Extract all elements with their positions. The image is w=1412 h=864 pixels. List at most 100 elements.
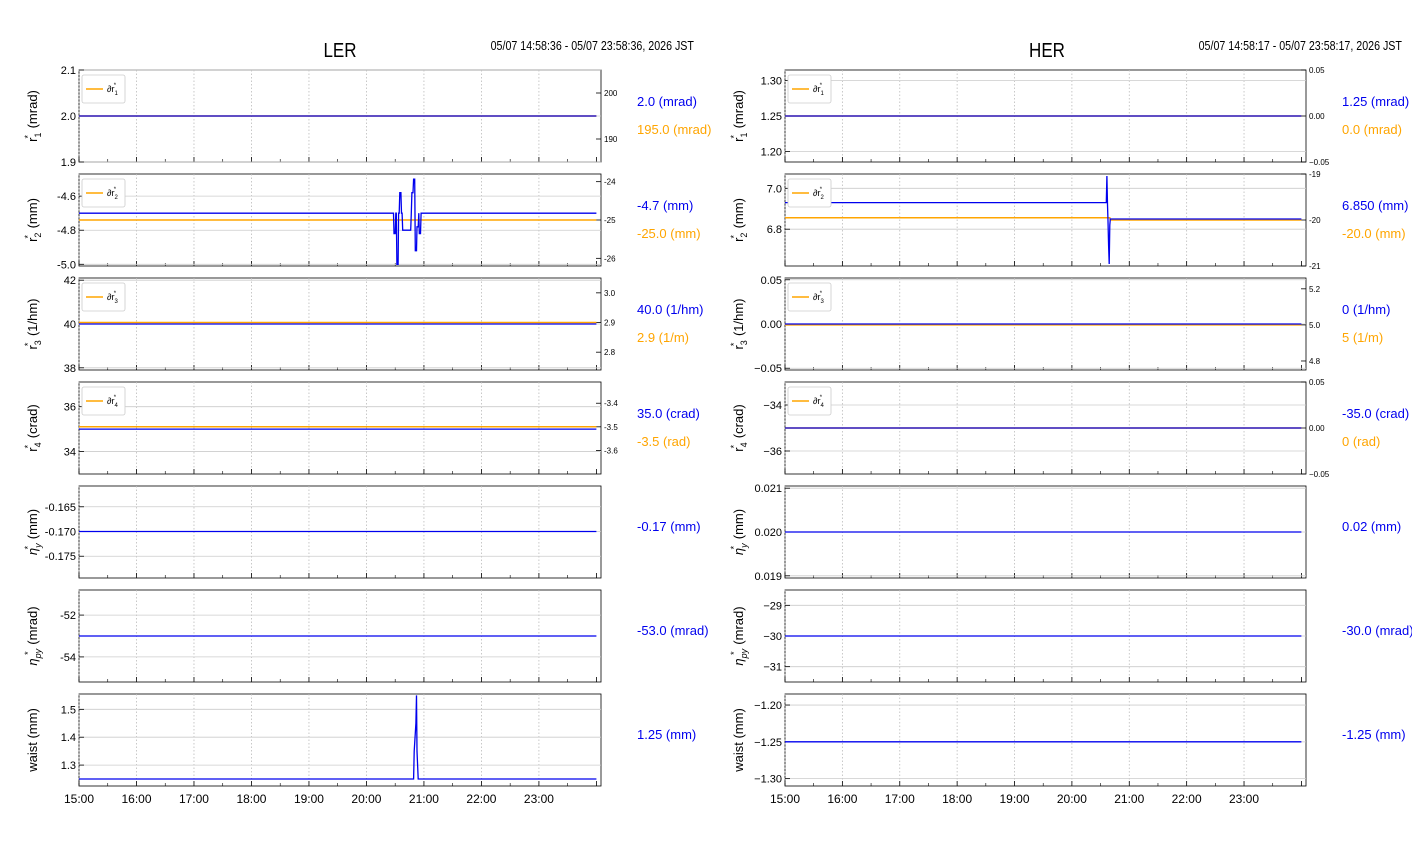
y-tick-label: 2.1 — [61, 65, 76, 77]
secondary-readout: 195.0 (mrad) — [637, 122, 711, 137]
y-axis-label: ηpy* (mrad) — [729, 606, 749, 665]
y-tick-label: 40 — [64, 319, 76, 331]
primary-readout: -4.7 (mm) — [637, 198, 693, 213]
her-panel-7: −1.20 −1.25 −1.30 waist (mm) -1.25 (mm) — [731, 693, 1406, 787]
primary-readout: 35.0 (crad) — [637, 406, 700, 421]
her-x-tick-label: 21:00 — [1114, 792, 1144, 806]
legend: ∂r2* — [787, 178, 832, 208]
y-tick-label: 1.30 — [761, 76, 782, 88]
y-axis-label: waist (mm) — [731, 708, 746, 773]
y-axis-label: ηy* (mm) — [23, 509, 43, 555]
y-tick-label: −29 — [763, 600, 782, 612]
y-axis-label: waist (mm) — [25, 708, 40, 773]
ler-panel-1: 2.1 2.0 1.9 200 190 ∂r1* r1* (mrad) 2.0 (mrad) 1… — [23, 65, 711, 169]
primary-readout: -35.0 (crad) — [1342, 406, 1409, 421]
y2-tick-label: -3.4 — [604, 399, 618, 408]
y-tick-label: -4.6 — [57, 191, 76, 203]
y-tick-label: 1.4 — [61, 732, 76, 744]
y-tick-label: 34 — [64, 447, 76, 459]
y2-tick-label: -24 — [604, 178, 616, 187]
y-tick-label: 0.020 — [754, 527, 782, 539]
secondary-readout: -3.5 (rad) — [637, 434, 690, 449]
y-tick-label: −0.05 — [754, 363, 782, 375]
y-tick-label: −36 — [763, 446, 782, 458]
primary-readout: -1.25 (mm) — [1342, 727, 1406, 742]
y-tick-label: 7.0 — [767, 183, 782, 195]
plot-frame — [78, 381, 602, 475]
y-tick-label: -0.175 — [45, 551, 76, 563]
y-axis-label: r4* (crad) — [23, 404, 43, 451]
y-tick-label: 38 — [64, 363, 76, 375]
secondary-readout: -25.0 (mm) — [637, 226, 701, 241]
y2-tick-label: -21 — [1309, 262, 1321, 271]
legend: ∂r1* — [81, 74, 126, 104]
her-x-tick-label: 19:00 — [999, 792, 1029, 806]
ler-panel-6: -52 -54 ηpy* (mrad) -53.0 (mrad) — [23, 589, 709, 683]
her-x-tick-label: 20:00 — [1057, 792, 1087, 806]
ler-panel-3: 42 40 38 3.0 2.9 2.8 ∂r3* r3* (1/hm) 40.0 (1/hm)… — [23, 275, 703, 375]
y-tick-label: -52 — [60, 610, 76, 622]
y2-tick-label: 0.05 — [1309, 378, 1325, 387]
legend: ∂r4* — [81, 386, 126, 416]
her-panel-4: −34 −36 0.05 0.00 −0.05 ∂r4* r4* (crad) -35.0 (… — [729, 378, 1409, 479]
ler-panel-7: 1.5 1.4 1.3 waist (mm) 1.25 (mm) — [25, 693, 696, 787]
her-x-tick-label: 16:00 — [827, 792, 857, 806]
y-tick-label: −1.25 — [754, 737, 782, 749]
legend: ∂r4* — [787, 386, 832, 416]
y-tick-label: 36 — [64, 402, 76, 414]
y2-tick-label: 5.0 — [1309, 321, 1321, 330]
secondary-readout: -20.0 (mm) — [1342, 226, 1406, 241]
legend: ∂r3* — [81, 282, 126, 312]
y2-tick-label: 0.00 — [1309, 112, 1325, 121]
primary-readout: 0 (1/hm) — [1342, 302, 1390, 317]
y-tick-label: 1.5 — [61, 704, 76, 716]
her-panel-3: 0.05 0.00 −0.05 5.2 5.0 4.8 ∂r3* r3* (1/hm) 0 (1… — [729, 275, 1390, 375]
ler-panel-5: -0.165 -0.170 -0.175ηy* (mm) -0.17 (mm) — [23, 485, 701, 579]
y2-tick-label: 3.0 — [604, 289, 616, 298]
y2-tick-label: 2.8 — [604, 348, 616, 357]
y-tick-label: 1.3 — [61, 760, 76, 772]
primary-readout: -53.0 (mrad) — [637, 623, 709, 638]
primary-readout: 2.0 (mrad) — [637, 94, 697, 109]
y2-tick-label: -20 — [1309, 216, 1321, 225]
y-tick-label: -54 — [60, 652, 76, 664]
secondary-readout: 2.9 (1/m) — [637, 330, 689, 345]
y-tick-label: -0.170 — [45, 527, 76, 539]
y2-tick-label: -19 — [1309, 170, 1321, 179]
legend: ∂r1* — [787, 74, 832, 104]
primary-readout: 0.02 (mm) — [1342, 519, 1401, 534]
y2-tick-label: 200 — [604, 89, 618, 98]
primary-readout: 1.25 (mrad) — [1342, 94, 1409, 109]
y-tick-label: −1.20 — [754, 700, 782, 712]
y2-tick-label: -25 — [604, 216, 616, 225]
primary-readout: 1.25 (mm) — [637, 727, 696, 742]
y-tick-label: −1.30 — [754, 774, 782, 786]
y-tick-label: 2.0 — [61, 111, 76, 123]
plot-frame — [78, 693, 602, 787]
primary-readout: 40.0 (1/hm) — [637, 302, 703, 317]
y-axis-label: ηy* (mm) — [729, 509, 749, 555]
y-axis-label: r3* (1/hm) — [729, 298, 749, 349]
secondary-readout: 0 (rad) — [1342, 434, 1380, 449]
primary-readout: 6.850 (mm) — [1342, 198, 1408, 213]
her-x-tick-label: 23:00 — [1229, 792, 1259, 806]
her-x-tick-label: 17:00 — [885, 792, 915, 806]
y-axis-label: r1* (mrad) — [729, 90, 749, 142]
y-tick-label: 0.021 — [754, 483, 782, 495]
her-x-tick-label: 22:00 — [1172, 792, 1202, 806]
monitor-chart: 2.1 2.0 1.9 200 190 ∂r1* r1* (mrad) 2.0 (mrad) 1… — [23, 65, 1412, 806]
ler-x-tick-label: 20:00 — [351, 792, 381, 806]
ler-x-tick-label: 21:00 — [409, 792, 439, 806]
y-tick-label: 42 — [64, 275, 76, 287]
ler-panel-2: -4.6 -4.8 -5.0 -24 -25 -26 ∂r2* r2* (mm) -4.7 (m… — [23, 173, 701, 271]
y2-tick-label: 0.05 — [1309, 66, 1325, 75]
primary-readout: -30.0 (mrad) — [1342, 623, 1412, 638]
her-x-tick-label: 18:00 — [942, 792, 972, 806]
y-axis-label: r2* (mm) — [729, 198, 749, 242]
y2-tick-label: 0.00 — [1309, 424, 1325, 433]
ler-panel-4: 36 34 -3.4 -3.5 -3.6 ∂r4* r4* (crad) 35.0 (crad… — [23, 381, 700, 475]
y-tick-label: 1.9 — [61, 157, 76, 169]
her-x-tick-label: 15:00 — [770, 792, 800, 806]
her-panel-2: 7.0 6.8 -19 -20 -21 ∂r2* r2* (mm) 6.850 (mm) -20… — [729, 170, 1408, 271]
y-tick-label: 0.00 — [761, 319, 782, 331]
